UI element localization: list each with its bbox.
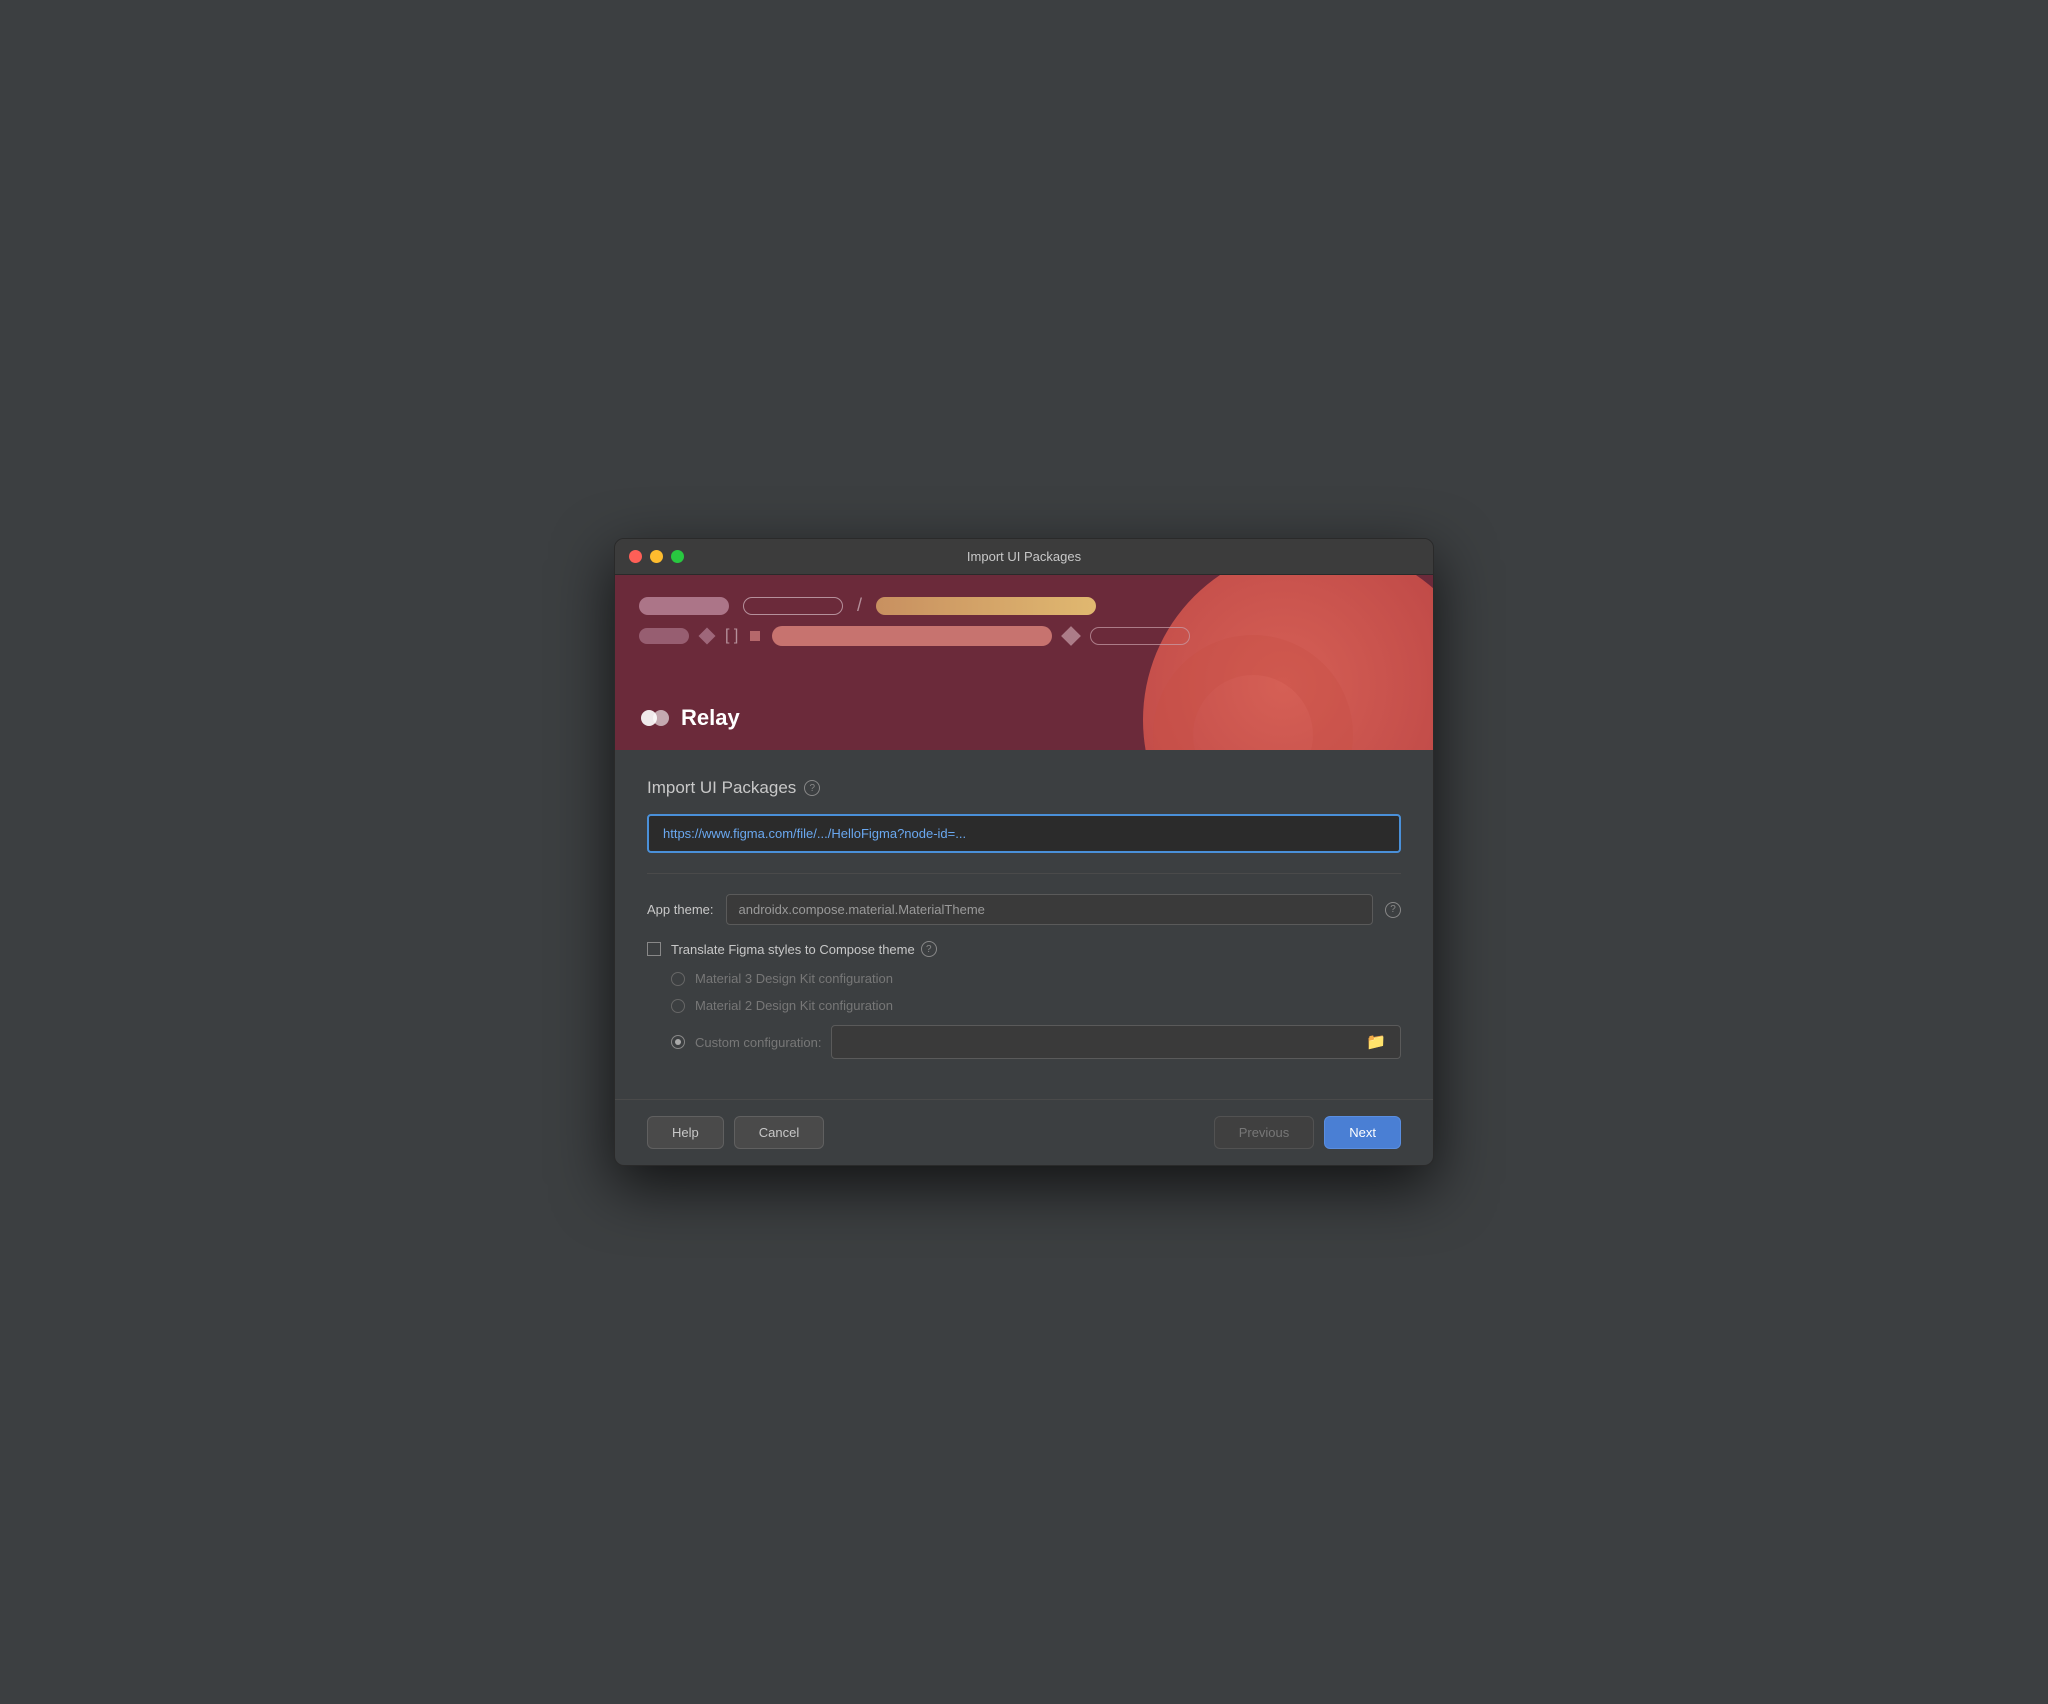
window-controls (629, 550, 684, 563)
custom-radio[interactable] (671, 1035, 685, 1049)
banner-pill-1 (639, 597, 729, 615)
banner-small-square (750, 631, 760, 641)
section-title-row: Import UI Packages ? (647, 778, 1401, 798)
banner-slash-icon: / (857, 595, 862, 616)
app-theme-label: App theme: (647, 902, 714, 917)
section-title-text: Import UI Packages (647, 778, 796, 798)
banner-outline-pill (1090, 627, 1190, 645)
footer-left-buttons: Help Cancel (647, 1116, 824, 1149)
material2-label: Material 2 Design Kit configuration (695, 998, 893, 1013)
banner-row-1: / (639, 595, 1409, 616)
material3-radio[interactable] (671, 972, 685, 986)
cancel-button[interactable]: Cancel (734, 1116, 824, 1149)
title-bar: Import UI Packages (615, 539, 1433, 575)
custom-config-row: Custom configuration: 📁 (671, 1025, 1401, 1059)
section-help-icon[interactable]: ? (804, 780, 820, 796)
translate-help-icon[interactable]: ? (921, 941, 937, 957)
custom-config-label: Custom configuration: (695, 1035, 821, 1050)
relay-logo-text: Relay (681, 705, 740, 731)
banner-area: / [ ] Relay (615, 575, 1433, 750)
app-theme-input[interactable] (726, 894, 1374, 925)
material2-radio-row: Material 2 Design Kit configuration (671, 998, 1401, 1013)
material3-radio-row: Material 3 Design Kit configuration (671, 971, 1401, 986)
banner-logo: Relay (639, 702, 740, 734)
banner-pill-2 (743, 597, 843, 615)
material3-label: Material 3 Design Kit configuration (695, 971, 893, 986)
relay-logo-icon (639, 702, 671, 734)
custom-config-input[interactable]: 📁 (831, 1025, 1401, 1059)
translate-checkbox-row: Translate Figma styles to Compose theme … (647, 941, 1401, 957)
theme-help-icon[interactable]: ? (1385, 902, 1401, 918)
footer: Help Cancel Previous Next (615, 1099, 1433, 1165)
content-area: Import UI Packages ? App theme: ? Transl… (615, 750, 1433, 1079)
banner-row-2: [ ] (639, 626, 1409, 646)
minimize-button[interactable] (650, 550, 663, 563)
divider (647, 873, 1401, 874)
maximize-button[interactable] (671, 550, 684, 563)
banner-diamond-icon (699, 628, 716, 645)
figma-url-input[interactable] (647, 814, 1401, 853)
previous-button[interactable]: Previous (1214, 1116, 1315, 1149)
footer-right-buttons: Previous Next (1214, 1116, 1401, 1149)
banner-small-pill (639, 628, 689, 644)
material2-radio[interactable] (671, 999, 685, 1013)
banner-wide-pill (772, 626, 1052, 646)
banner-bracket-icon: [ ] (725, 627, 738, 645)
translate-checkbox[interactable] (647, 942, 661, 956)
folder-icon: 📁 (1366, 1032, 1390, 1052)
banner-pill-3 (876, 597, 1096, 615)
translate-label: Translate Figma styles to Compose theme … (671, 941, 937, 957)
app-theme-row: App theme: ? (647, 894, 1401, 925)
kit-config-radio-group: Material 3 Design Kit configuration Mate… (671, 971, 1401, 1059)
main-window: Import UI Packages / [ ] (614, 538, 1434, 1166)
next-button[interactable]: Next (1324, 1116, 1401, 1149)
banner-diamond2-icon (1061, 626, 1081, 646)
help-button[interactable]: Help (647, 1116, 724, 1149)
window-title: Import UI Packages (967, 549, 1081, 564)
close-button[interactable] (629, 550, 642, 563)
banner-decorations: / [ ] (639, 595, 1409, 646)
